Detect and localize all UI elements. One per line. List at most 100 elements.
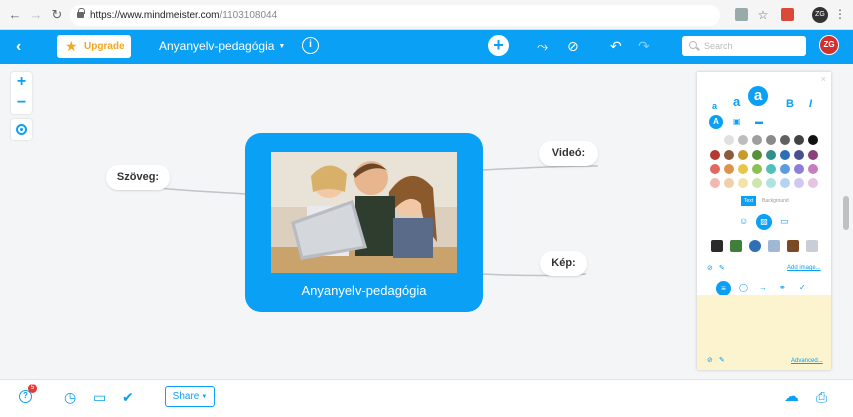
notes-icon[interactable]: ≡ bbox=[716, 281, 731, 296]
user-avatar[interactable]: ZG bbox=[819, 35, 839, 55]
color-swatch[interactable] bbox=[794, 164, 804, 174]
presentation-icon[interactable]: ▭ bbox=[93, 389, 106, 405]
pdf-extension-icon[interactable] bbox=[781, 8, 794, 21]
forward-arrow-icon[interactable]: → bbox=[29, 8, 43, 22]
color-swatch[interactable] bbox=[752, 135, 762, 145]
translate-icon[interactable] bbox=[735, 8, 748, 21]
color-swatch[interactable] bbox=[724, 164, 734, 174]
color-swatch[interactable] bbox=[752, 150, 762, 160]
emoji-icon[interactable]: ☺ bbox=[739, 216, 748, 226]
id-card-icon[interactable] bbox=[806, 240, 818, 252]
color-swatch[interactable] bbox=[738, 178, 748, 188]
video-icon[interactable]: ▭ bbox=[780, 216, 789, 227]
task-check-icon[interactable]: ✓ bbox=[799, 281, 806, 295]
node-szoveg[interactable]: Szöveg: bbox=[106, 165, 170, 190]
image-icon[interactable]: ▨ bbox=[756, 214, 772, 230]
color-swatch[interactable] bbox=[766, 178, 776, 188]
upgrade-button[interactable]: ★ Upgrade bbox=[57, 35, 131, 58]
address-bar[interactable]: https://www.mindmeister.com/1103108044 bbox=[70, 5, 720, 26]
book-green-icon[interactable] bbox=[730, 240, 742, 252]
color-swatch[interactable] bbox=[808, 150, 818, 160]
central-topic[interactable]: Anyanyelv-pedagógia bbox=[245, 133, 483, 312]
color-swatch[interactable] bbox=[794, 178, 804, 188]
format-panel: × a a a B I A ▣ ▬ Text Background ☺ ▨ ▭ … bbox=[697, 72, 831, 370]
graduation-cap-icon[interactable] bbox=[711, 240, 723, 252]
color-swatch[interactable] bbox=[780, 178, 790, 188]
shape-icon[interactable]: ▬ bbox=[755, 115, 763, 129]
color-swatch[interactable] bbox=[780, 164, 790, 174]
color-swatch[interactable] bbox=[738, 150, 748, 160]
scrollbar[interactable] bbox=[843, 196, 849, 230]
block-icon[interactable]: ⊘ bbox=[707, 356, 713, 364]
tab-text[interactable]: Text bbox=[741, 196, 757, 206]
briefcase-icon[interactable] bbox=[787, 240, 799, 252]
tab-background[interactable]: Background bbox=[759, 196, 792, 206]
alarm-clock-icon[interactable] bbox=[749, 240, 761, 252]
caret-down-icon: ▼ bbox=[201, 394, 208, 400]
color-swatch[interactable] bbox=[738, 135, 748, 145]
browser-profile-avatar[interactable]: ZG bbox=[812, 7, 828, 23]
font-size-medium[interactable]: a bbox=[733, 94, 740, 110]
map-title: Anyanyelv-pedagógia bbox=[159, 39, 275, 53]
back-chevron-icon[interactable]: ‹ bbox=[16, 38, 21, 56]
color-swatch[interactable] bbox=[794, 135, 804, 145]
color-swatch[interactable] bbox=[752, 178, 762, 188]
layout-icon[interactable]: ▣ bbox=[733, 115, 741, 129]
node-video[interactable]: Videó: bbox=[539, 141, 598, 166]
edit-icon[interactable]: ✎ bbox=[719, 264, 725, 272]
arrow-icon[interactable]: → bbox=[759, 281, 767, 295]
block-icon[interactable]: ⊘ bbox=[707, 264, 713, 272]
font-size-small[interactable]: a bbox=[712, 98, 717, 114]
color-swatch[interactable] bbox=[766, 150, 776, 160]
bookmark-star-icon[interactable]: ☆ bbox=[756, 8, 770, 22]
color-swatch[interactable] bbox=[710, 150, 720, 160]
color-swatch[interactable] bbox=[752, 164, 762, 174]
node-kep[interactable]: Kép: bbox=[540, 251, 587, 276]
italic-button[interactable]: I bbox=[809, 96, 812, 112]
text-style-icon[interactable]: A bbox=[709, 115, 723, 129]
info-icon[interactable]: i bbox=[302, 37, 319, 54]
color-swatch[interactable] bbox=[794, 150, 804, 160]
map-title-dropdown[interactable]: Anyanyelv-pedagógia ▼ bbox=[159, 39, 285, 53]
caret-down-icon: ▼ bbox=[278, 43, 286, 50]
advanced-link[interactable]: Advanced... bbox=[791, 358, 823, 364]
share-label: Share bbox=[172, 391, 200, 402]
close-icon[interactable]: × bbox=[821, 74, 826, 84]
history-icon[interactable]: ◷ bbox=[64, 389, 76, 405]
color-swatch[interactable] bbox=[710, 164, 720, 174]
color-swatch[interactable] bbox=[710, 178, 720, 188]
color-swatch[interactable] bbox=[724, 178, 734, 188]
tasks-icon[interactable]: ✔ bbox=[122, 389, 134, 405]
open-book-icon[interactable] bbox=[768, 240, 780, 252]
link-icon[interactable]: ⚭ bbox=[779, 281, 786, 295]
mindmap-canvas[interactable]: + − Anyanyelv-pedagógia Szöveg: Videó: K… bbox=[0, 64, 853, 379]
add-topic-button[interactable]: + bbox=[488, 35, 509, 56]
edit-icon[interactable]: ✎ bbox=[719, 356, 725, 364]
search-input[interactable]: Search bbox=[682, 36, 806, 56]
bold-button[interactable]: B bbox=[786, 96, 794, 112]
color-swatch[interactable] bbox=[780, 135, 790, 145]
color-swatch[interactable] bbox=[766, 164, 776, 174]
comment-icon[interactable]: ◯ bbox=[739, 281, 748, 295]
color-swatch[interactable] bbox=[724, 135, 734, 145]
cloud-download-icon[interactable]: ☁ bbox=[784, 389, 799, 405]
reload-icon[interactable]: ↻ bbox=[50, 8, 64, 22]
color-swatch[interactable] bbox=[780, 150, 790, 160]
back-arrow-icon[interactable]: ← bbox=[8, 8, 22, 22]
color-swatch[interactable] bbox=[808, 164, 818, 174]
add-image-link[interactable]: Add image... bbox=[787, 265, 821, 271]
connect-icon[interactable]: ⤳ bbox=[537, 37, 548, 55]
redo-icon[interactable]: ↷ bbox=[638, 37, 650, 55]
url-path: /1103108044 bbox=[219, 10, 278, 21]
color-swatch[interactable] bbox=[766, 135, 776, 145]
print-icon[interactable]: ⎙ bbox=[816, 389, 827, 405]
browser-menu-icon[interactable]: ⋮ bbox=[834, 7, 846, 21]
color-swatch[interactable] bbox=[808, 135, 818, 145]
color-swatch[interactable] bbox=[808, 178, 818, 188]
font-size-large[interactable]: a bbox=[748, 86, 768, 106]
share-button[interactable]: Share ▼ bbox=[165, 386, 215, 407]
color-swatch[interactable] bbox=[724, 150, 734, 160]
color-swatch[interactable] bbox=[738, 164, 748, 174]
no-style-icon[interactable]: ⊘ bbox=[567, 37, 579, 55]
undo-icon[interactable]: ↶ bbox=[610, 37, 622, 55]
